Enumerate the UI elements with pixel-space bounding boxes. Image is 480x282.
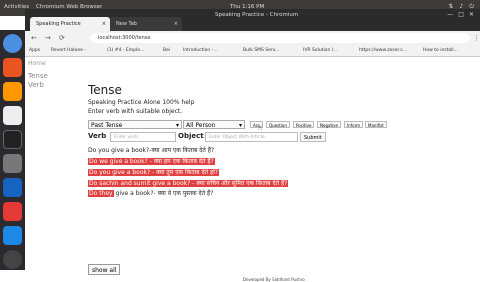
vbox-icon[interactable] <box>3 226 22 245</box>
tense-select-value: Past Tense <box>91 122 123 129</box>
person-select[interactable]: All Person ▾ <box>183 120 245 129</box>
tab-label: New Tab <box>116 21 137 27</box>
tab-speaking-practice[interactable]: Speaking Practice × <box>30 17 110 31</box>
sidebar-item-tense[interactable]: Tense <box>28 72 48 81</box>
person-select-value: All Person <box>186 122 216 129</box>
close-icon[interactable]: ✕ <box>469 11 474 18</box>
bookmark-item[interactable]: Introduction -... <box>183 48 218 53</box>
page-subtitle: Speaking Practice Alone 100% help <box>88 99 195 106</box>
main-heading-block: Tense Speaking Practice Alone 100% help … <box>88 83 194 115</box>
bookmark-item[interactable]: Revert Haloee - <box>51 48 86 53</box>
chromium-icon[interactable] <box>3 34 22 53</box>
bookmark-item[interactable]: IVR Solution l... <box>303 48 337 53</box>
launcher-dock <box>0 30 25 270</box>
verb-label: Verb <box>88 132 107 140</box>
question-text: Do you give a book?-क्या आप एक किताब देत… <box>88 147 215 154</box>
tab-label: Speaking Practice <box>36 21 81 27</box>
question-text-highlighted: Do you give a book? - क्या तुम एक किताब … <box>88 169 219 176</box>
tense-select[interactable]: Past Tense ▾ <box>88 120 182 129</box>
bookmarks-bar: Apps Revert Haloee - (1) #4 - Emplo... B… <box>25 45 480 57</box>
tab-new-tab[interactable]: New Tab × <box>110 17 182 31</box>
object-input[interactable]: Enter Object With Article <box>205 132 298 142</box>
sublime-icon[interactable] <box>3 82 22 101</box>
terminal-icon[interactable] <box>3 130 22 149</box>
page-title: Tense <box>88 83 122 97</box>
settings-icon[interactable] <box>3 154 22 173</box>
sidebar: Tense Verb <box>28 72 48 90</box>
tab-close-icon[interactable]: × <box>102 21 106 27</box>
sidebar-item-verb[interactable]: Verb <box>28 81 48 90</box>
vscode-icon[interactable] <box>3 178 22 197</box>
manifist-button[interactable]: Manifist <box>365 121 387 128</box>
question-button[interactable]: Question <box>266 121 290 128</box>
window-title: Speaking Practice - Chromium <box>215 12 299 18</box>
bookmark-apps[interactable]: Apps <box>29 48 40 53</box>
toolbar: ← → ⟳ localhost:3000/tense ⋮ <box>25 31 480 45</box>
negative-button[interactable]: Negative <box>317 121 341 128</box>
object-label: Object <box>178 132 204 140</box>
chevron-down-icon: ▾ <box>175 122 179 129</box>
question-line: Do you give a book?-क्या आप एक किताब देत… <box>88 146 214 154</box>
obs-icon[interactable] <box>3 250 22 269</box>
address-bar[interactable]: localhost:3000/tense <box>90 33 470 43</box>
instruction-text: Enter verb with suitable object. <box>88 108 183 115</box>
minimize-icon[interactable]: — <box>447 11 453 18</box>
back-icon[interactable]: ← <box>31 34 37 42</box>
tab-close-icon[interactable]: × <box>174 21 178 27</box>
footer-credit: Developed By Siddhant Pushro <box>243 277 305 282</box>
breadcrumb[interactable]: Home <box>28 60 46 67</box>
files-icon[interactable] <box>3 106 22 125</box>
url-text: localhost:3000/tense <box>98 35 151 41</box>
positive-button[interactable]: Positive <box>293 121 315 128</box>
menu-icon[interactable]: ⋮ <box>473 34 480 42</box>
maximize-icon[interactable]: □ <box>458 11 464 18</box>
window-controls: — □ ✕ <box>447 11 474 18</box>
question-line: Do you give a book? - क्या तुम एक किताब … <box>88 168 219 176</box>
inform-button[interactable]: Inform <box>344 121 364 128</box>
verb-input[interactable]: Enter verb <box>110 132 176 142</box>
bookmark-item[interactable]: https://www.zoser.c... <box>359 48 407 53</box>
chevron-down-icon: ▾ <box>238 122 242 129</box>
bookmark-item[interactable]: (1) #4 - Emplo... <box>107 48 144 53</box>
page-content: Home Tense Verb Tense Speaking Practice … <box>25 57 480 282</box>
question-line: Do we give a book? - क्या हम एक किताब दे… <box>88 157 215 165</box>
forward-icon[interactable]: → <box>45 34 51 42</box>
question-text-highlighted: Do we give a book? - क्या हम एक किताब दे… <box>88 158 215 165</box>
question-text-highlighted: Do sachin and sumit give a book? - क्या … <box>88 180 289 187</box>
question-line: Do sachin and sumit give a book? - क्या … <box>88 179 289 187</box>
mouse-cursor-icon: ☝ <box>258 124 263 132</box>
question-text: give a book?- क्या वे एक पुस्तक देते हैं… <box>113 190 214 197</box>
question-text-highlighted: Do they <box>88 190 114 197</box>
reload-icon[interactable]: ⟳ <box>59 34 65 42</box>
bookmark-item[interactable]: Bulk SMS Serv... <box>243 48 279 53</box>
record-icon[interactable] <box>3 202 22 221</box>
software-icon[interactable] <box>3 58 22 77</box>
submit-button[interactable]: Submit <box>300 132 326 142</box>
bookmark-item[interactable]: How to install... <box>423 48 458 53</box>
bookmark-item[interactable]: Bei <box>163 48 170 53</box>
question-line: Do they give a book?- क्या वे एक पुस्तक … <box>88 189 213 197</box>
